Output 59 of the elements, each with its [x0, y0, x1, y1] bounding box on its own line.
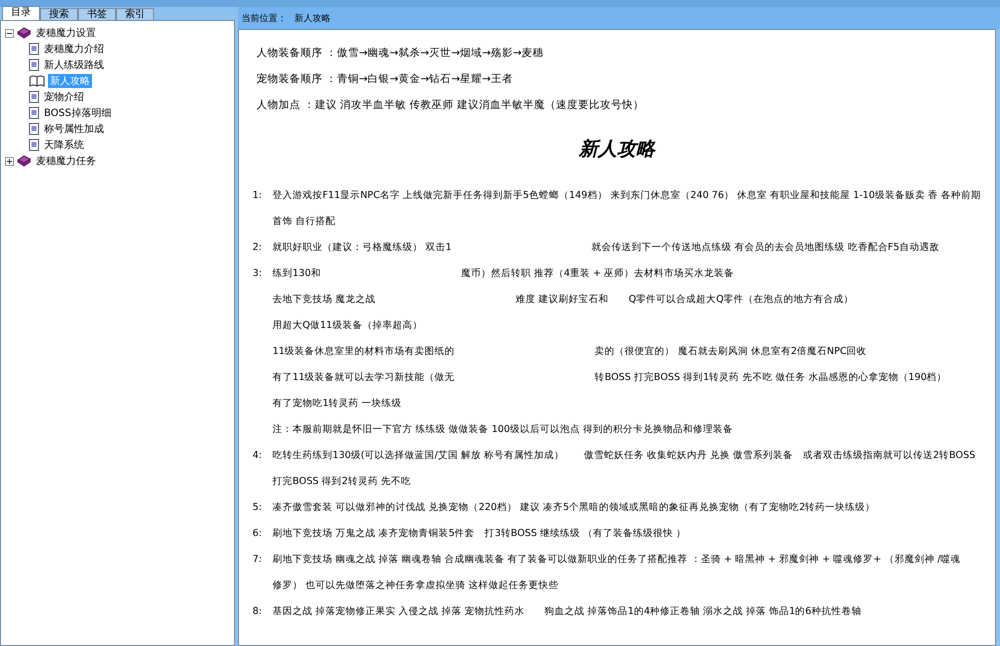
guide-text: 刷地下竞技场 幽魂之战 掉落 幽魂卷轴 合成幽魂装备 有了装备可以做新职业的任务了搭配推荐 ：圣骑 + 暗黑神 + 邪魔剑神 + 噬魂修罗+ （邪魔剑神 /噬魂	[272, 552, 961, 566]
item-number: 2:	[252, 242, 263, 252]
tree-item[interactable]: 麦穗魔力设置	[34, 26, 98, 40]
tab[interactable]: 索引	[116, 8, 154, 20]
guide-text: 修罗） 也可以先做堕落之神任务拿虚拟坐骑 这样做起任务更快些	[272, 578, 559, 592]
guide-text: 难度 建议刷好宝石和 Q零件可以合成超大Q零件（在泡点的地方有合成）	[516, 292, 854, 306]
intro-text: 人物加点 ：建议 消攻半血半敏 传教巫师 建议消血半敏半魔（速度要比攻号快）	[256, 98, 645, 113]
book-icon	[17, 27, 31, 39]
guide-text: 用超大Q做11级装备（掉率超高）	[272, 318, 422, 332]
guide-text: 转BOSS 打完BOSS 得到1转灵药 先不吃 做任务 水晶感恩的心拿宠物（190档）	[594, 370, 947, 384]
guide-text: 注：本服前期就是怀旧一下官方 练练级 做做装备 100级以后可以泡点 得到的积分卡兑换物品和修理装备	[272, 422, 734, 436]
page-icon	[29, 139, 39, 151]
page-icon	[29, 59, 39, 71]
tree-item[interactable]: 称号属性加成	[42, 122, 106, 136]
item-number: 4:	[252, 450, 263, 460]
tree-item[interactable]: 麦穗魔力介绍	[42, 42, 106, 56]
tree-item[interactable]: 新人练级路线	[42, 58, 106, 72]
tab[interactable]: 目录	[2, 6, 40, 20]
page-icon	[29, 107, 39, 119]
guide-text: 刷地下竞技场 万鬼之战 凑齐宠物青铜装5件套 打3转BOSS 继续练级 （有了装备练级很快 ）	[272, 526, 686, 540]
tab[interactable]: 书签	[78, 8, 116, 20]
guide-text: 打完BOSS 得到2转灵药 先不吃	[272, 474, 411, 488]
guide-text: 练到130和	[272, 266, 321, 280]
intro-text: 宠物装备顺序 ：青铜→白银→黄金→钻石→星耀→王者	[256, 72, 514, 87]
guide-text: 吃转生药练到130级(可以选择做蓝国/艾国 解放 称号有属性加成） 傲雪蛇妖任务 收集蛇妖内丹 兑换 傲雪系列装备 或者双击练级指南就可以传送2转BOSS	[272, 448, 976, 462]
guide-text: 卖的（很便宜的） 魔石就去刷风洞 休息室有2倍魔石NPC回收	[594, 344, 867, 358]
page-icon	[29, 123, 39, 135]
location-label: 当前位置：	[242, 12, 286, 24]
guide-text: 11级装备休息室里的材料市场有卖图纸的	[272, 344, 455, 358]
guide-text: 首饰 自行搭配	[272, 214, 336, 228]
guide-text: 去地下竞技场 魔龙之战	[272, 292, 376, 306]
expand-icon[interactable]	[5, 156, 14, 166]
page-icon	[29, 43, 39, 55]
guide-text: 登入游戏按F11显示NPC名字 上线做完新手任务得到新手5色螳螂（149档） 来到东门休息室（240 76） 休息室 有职业屋和技能屋 1-10级装备贩卖 香 各种前期	[272, 188, 981, 202]
page-icon	[29, 91, 39, 103]
guide-text: 有了宠物吃1转灵药 一块练级	[272, 396, 402, 410]
tree-item[interactable]: 宠物介绍	[42, 90, 86, 104]
open-book-icon	[29, 75, 45, 87]
guide-text: 凑齐傲雪套装 可以做邪神的讨伐战 兑换宠物（220档） 建议 凑齐5个黑暗的领域或黑暗的象征再兑换宠物（有了宠物吃2转药一块练级）	[272, 500, 876, 514]
guide-text: 魔币）然后转职 推荐（4重装 + 巫师）去材料市场买水龙装备	[460, 266, 734, 280]
tree-item[interactable]: 天降系统	[42, 138, 86, 152]
location-value: 新人攻略	[294, 12, 330, 24]
page-heading: 新人攻略	[578, 137, 657, 162]
book-icon	[17, 155, 31, 167]
item-number: 6:	[252, 528, 263, 538]
guide-text: 有了11级装备就可以去学习新技能（做无	[272, 370, 455, 384]
item-number: 8:	[252, 606, 263, 616]
tree-item[interactable]: BOSS掉落明细	[42, 106, 114, 120]
guide-text: 基因之战 掉落宠物修正果实 入侵之战 掉落 宠物抗性药水 狗血之战 掉落饰品1的4种修正卷轴 溺水之战 掉落 饰品1的6种抗性卷轴	[272, 604, 862, 618]
guide-text: 就职好职业（建议：弓格魔练级） 双击1	[272, 240, 452, 254]
item-number: 1:	[252, 190, 263, 200]
tree-item[interactable]: 麦穗魔力任务	[34, 154, 98, 168]
item-number: 3:	[252, 268, 263, 278]
collapse-icon[interactable]	[5, 28, 14, 38]
tab[interactable]: 搜索	[40, 8, 78, 20]
item-number: 5:	[252, 502, 263, 512]
guide-text: 就会传送到下一个传送地点练级 有会员的去会员地图练级 吃香配合F5自动遇敌	[592, 240, 940, 254]
intro-text: 人物装备顺序 ：傲雪→幽魂→弑杀→灭世→烟域→殇影→麦穗	[256, 46, 545, 61]
item-number: 7:	[252, 554, 263, 564]
